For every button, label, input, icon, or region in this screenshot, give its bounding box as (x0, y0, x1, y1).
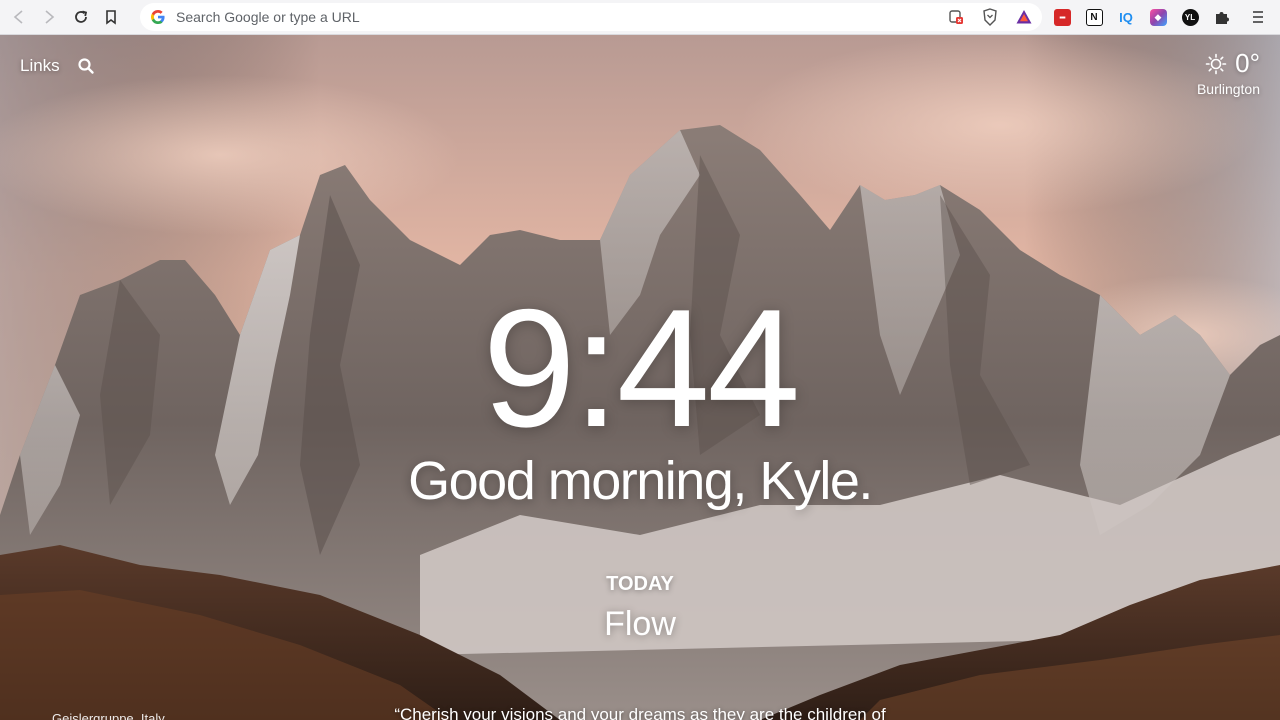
search-icon[interactable] (77, 57, 95, 75)
weather-widget[interactable]: 0° Burlington (1160, 48, 1260, 97)
brave-rewards-icon[interactable] (1014, 7, 1034, 27)
bookmark-button[interactable] (98, 4, 124, 30)
forward-button[interactable] (36, 4, 62, 30)
notion-icon: N (1085, 8, 1103, 26)
extensions-puzzle-button[interactable] (1210, 5, 1234, 29)
focus-task[interactable]: Flow (0, 605, 1280, 644)
extension-red-button[interactable]: ▪▪▪ (1050, 5, 1074, 29)
greeting-text: Good morning, Kyle. (408, 451, 873, 511)
reload-icon (75, 10, 88, 23)
extension-ym-button[interactable]: YL (1178, 5, 1202, 29)
weather-location: Burlington (1196, 81, 1260, 97)
iq-icon: IQ (1119, 9, 1133, 25)
clock-time: 9:44 (482, 274, 801, 462)
daily-quote[interactable]: “Cherish your visions and your dreams as… (0, 705, 1280, 720)
extension-gradient-icon: ◆ (1149, 8, 1167, 26)
brave-shield-icon[interactable] (980, 7, 1000, 27)
browser-toolbar: ▪▪▪ N IQ ◆ YL (0, 0, 1280, 35)
puzzle-icon (1216, 12, 1229, 24)
sun-icon (1205, 53, 1227, 74)
links-button[interactable]: Links (20, 56, 60, 76)
focus-label: TODAY (606, 573, 674, 595)
extension-gradient-button[interactable]: ◆ (1146, 5, 1170, 29)
reload-button[interactable] (68, 4, 94, 30)
weather-temperature: 0° (1235, 48, 1260, 78)
blocked-cookie-icon[interactable] (946, 7, 966, 27)
omnibox-input[interactable] (174, 8, 938, 26)
google-icon (151, 10, 165, 24)
menu-button[interactable] (1246, 5, 1270, 29)
omnibox-actions (946, 7, 1034, 27)
extension-red-icon: ▪▪▪ (1053, 8, 1071, 26)
iq-button[interactable]: IQ (1114, 5, 1138, 29)
hamburger-menu-icon (1253, 11, 1263, 23)
extensions-bar: ▪▪▪ N IQ ◆ YL (1050, 3, 1270, 31)
notion-button[interactable]: N (1082, 5, 1106, 29)
omnibox[interactable] (140, 3, 1042, 31)
back-arrow-icon (13, 10, 23, 24)
bookmark-icon (106, 10, 116, 25)
back-button[interactable] (6, 4, 32, 30)
extension-ym-icon: YL (1181, 8, 1199, 26)
forward-arrow-icon (45, 10, 55, 24)
